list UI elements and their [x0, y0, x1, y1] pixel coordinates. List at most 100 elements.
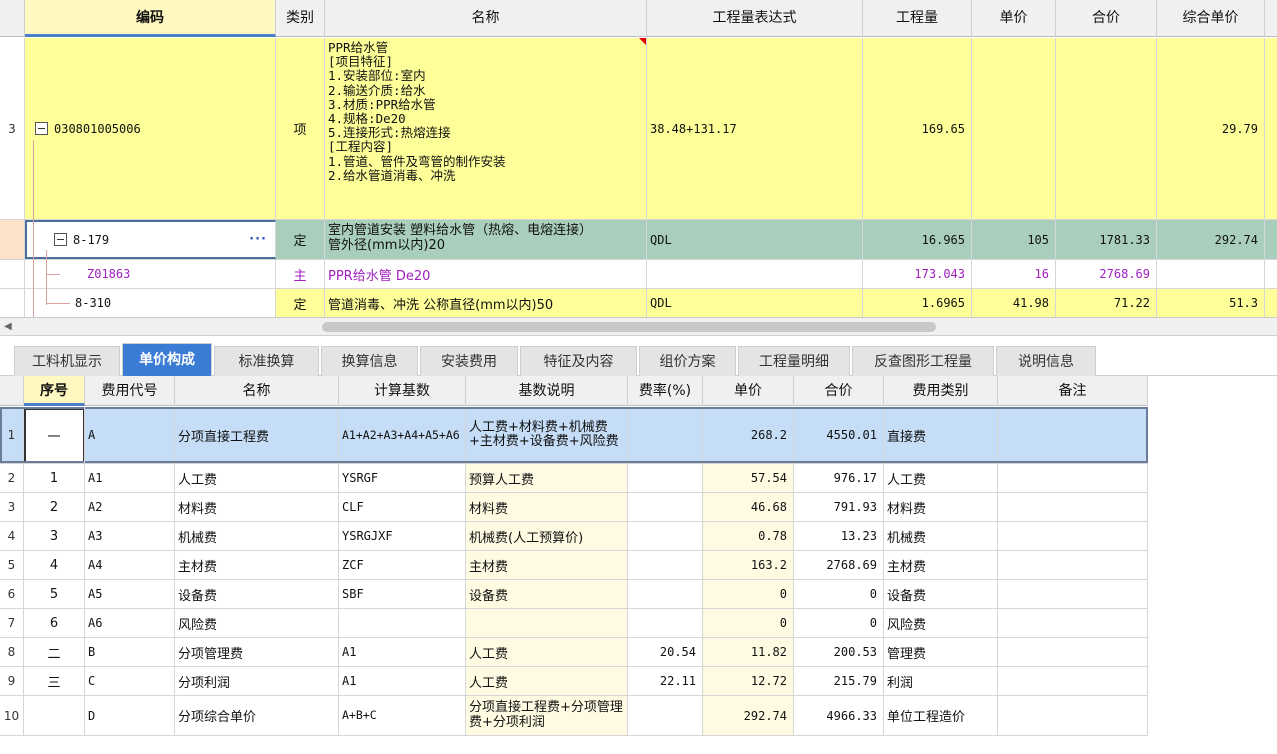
expression-cell[interactable]: 38.48+131.17 [647, 38, 863, 219]
unit-price-cell[interactable]: 12.72 [703, 667, 794, 695]
top-header-expression[interactable]: 工程量表达式 [647, 0, 863, 37]
composite-price-cell[interactable] [1157, 260, 1265, 288]
collapse-icon[interactable] [54, 233, 67, 246]
composite-price-cell[interactable]: 29.79 [1157, 38, 1265, 219]
total-cell[interactable]: 976.17 [794, 464, 884, 492]
unit-price-cell[interactable] [972, 38, 1056, 219]
base-desc-cell[interactable]: 分项直接工程费+分项管理费+分项利润 [466, 696, 628, 735]
table-row[interactable]: 3 030801005006 项 PPR给水管 [项目特征] 1.安装部位:室内 2.… [0, 38, 1277, 220]
expression-cell[interactable]: QDL [647, 289, 863, 317]
seq-cell[interactable]: 6 [24, 609, 85, 637]
fee-name-cell[interactable]: 分项直接工程费 [175, 407, 339, 463]
base-desc-cell[interactable]: 人工费 [466, 638, 628, 666]
more-options-button[interactable]: ··· [249, 232, 267, 247]
seq-cell[interactable]: 5 [24, 580, 85, 608]
total-cell[interactable]: 200.53 [794, 638, 884, 666]
fee-name-cell[interactable]: 机械费 [175, 522, 339, 550]
quantity-cell[interactable]: 169.65 [863, 38, 972, 219]
tab-conversion-info[interactable]: 换算信息 [321, 346, 418, 376]
category-cell[interactable]: 利润 [884, 667, 998, 695]
quantity-cell[interactable]: 1.6965 [863, 289, 972, 317]
table-row[interactable]: 6 5 A5 设备费 SBF 设备费 0 0 设备费 [0, 580, 1148, 609]
quantity-cell[interactable]: 16.965 [863, 220, 972, 259]
table-row[interactable]: 4 3 A3 机械费 YSRGJXF 机械费(人工预算价) 0.78 13.23 机械费 [0, 522, 1148, 551]
top-header-type[interactable]: 类别 [276, 0, 325, 37]
remark-cell[interactable] [998, 522, 1148, 550]
unit-price-cell[interactable]: 0.78 [703, 522, 794, 550]
fee-code-cell[interactable]: A3 [85, 522, 175, 550]
composite-price-cell[interactable]: 51.3 [1157, 289, 1265, 317]
unit-price-cell[interactable]: 292.74 [703, 696, 794, 735]
table-row[interactable]: 2 1 A1 人工费 YSRGF 预算人工费 57.54 976.17 人工费 [0, 464, 1148, 493]
base-cell[interactable]: ZCF [339, 551, 466, 579]
tab-standard-conversion[interactable]: 标准换算 [214, 346, 319, 376]
fee-name-cell[interactable]: 分项管理费 [175, 638, 339, 666]
base-desc-cell[interactable]: 材料费 [466, 493, 628, 521]
base-cell[interactable]: A1 [339, 667, 466, 695]
unit-price-cell[interactable]: 105 [972, 220, 1056, 259]
fee-code-cell[interactable]: A4 [85, 551, 175, 579]
top-header-composite[interactable]: 综合单价 [1157, 0, 1265, 37]
total-cell[interactable]: 71.22 [1056, 289, 1157, 317]
table-row[interactable]: 9 三 C 分项利润 A1 人工费 22.11 12.72 215.79 利润 [0, 667, 1148, 696]
seq-cell[interactable] [24, 696, 85, 735]
fee-name-cell[interactable]: 设备费 [175, 580, 339, 608]
composite-price-cell[interactable]: 292.74 [1157, 220, 1265, 259]
category-cell[interactable]: 材料费 [884, 493, 998, 521]
fee-code-cell[interactable]: A [85, 407, 175, 463]
bottom-header-remark[interactable]: 备注 [998, 376, 1148, 406]
fee-code-cell[interactable]: B [85, 638, 175, 666]
rate-cell[interactable] [628, 464, 703, 492]
bottom-header-rate[interactable]: 费率(%) [628, 376, 703, 406]
fee-code-cell[interactable]: A5 [85, 580, 175, 608]
top-header-name[interactable]: 名称 [325, 0, 647, 37]
seq-cell[interactable]: 三 [24, 667, 85, 695]
remark-cell[interactable] [998, 580, 1148, 608]
top-header-quantity[interactable]: 工程量 [863, 0, 972, 37]
fee-code-cell[interactable]: C [85, 667, 175, 695]
base-desc-cell[interactable]: 人工费+材料费+机械费+主材费+设备费+风险费 [466, 407, 628, 463]
fee-name-cell[interactable]: 人工费 [175, 464, 339, 492]
unit-price-cell[interactable]: 16 [972, 260, 1056, 288]
rate-cell[interactable] [628, 493, 703, 521]
category-cell[interactable]: 直接费 [884, 407, 998, 463]
code-cell[interactable]: 030801005006 [25, 38, 276, 219]
type-cell[interactable]: 项 [276, 38, 325, 219]
unit-price-cell[interactable]: 0 [703, 580, 794, 608]
base-desc-cell[interactable]: 机械费(人工预算价) [466, 522, 628, 550]
type-cell[interactable]: 主 [276, 260, 325, 288]
table-row[interactable]: 10 D 分项综合单价 A+B+C 分项直接工程费+分项管理费+分项利润 292.74 49… [0, 696, 1148, 736]
seq-cell[interactable]: 3 [24, 522, 85, 550]
bottom-header-base-desc[interactable]: 基数说明 [466, 376, 628, 406]
unit-price-cell[interactable]: 41.98 [972, 289, 1056, 317]
name-cell[interactable]: PPR给水管 De20 [325, 260, 647, 288]
base-cell[interactable]: SBF [339, 580, 466, 608]
base-cell[interactable]: YSRGJXF [339, 522, 466, 550]
scrollbar-thumb[interactable] [322, 322, 936, 332]
table-row[interactable]: 5 4 A4 主材费 ZCF 主材费 163.2 2768.69 主材费 [0, 551, 1148, 580]
fee-name-cell[interactable]: 分项利润 [175, 667, 339, 695]
seq-cell[interactable]: 二 [24, 638, 85, 666]
tab-quantity-detail[interactable]: 工程量明细 [738, 346, 850, 376]
base-cell[interactable]: A+B+C [339, 696, 466, 735]
tab-pricing-scheme[interactable]: 组价方案 [639, 346, 736, 376]
unit-price-cell[interactable]: 0 [703, 609, 794, 637]
category-cell[interactable]: 管理费 [884, 638, 998, 666]
top-header-code[interactable]: 编码 [25, 0, 276, 37]
tab-reverse-graphic-quantity[interactable]: 反查图形工程量 [852, 346, 994, 376]
rate-cell[interactable] [628, 551, 703, 579]
tab-installation-fee[interactable]: 安装费用 [420, 346, 518, 376]
seq-cell[interactable]: 1 [24, 464, 85, 492]
unit-price-cell[interactable]: 57.54 [703, 464, 794, 492]
base-cell[interactable]: YSRGF [339, 464, 466, 492]
top-header-unit-price[interactable]: 单价 [972, 0, 1056, 37]
table-row[interactable]: 7 6 A6 风险费 0 0 风险费 [0, 609, 1148, 638]
name-cell[interactable]: 管道消毒、冲洗 公称直径(mm以内)50 [325, 289, 647, 317]
base-desc-cell[interactable]: 主材费 [466, 551, 628, 579]
type-cell[interactable]: 定 [276, 220, 325, 259]
total-cell[interactable]: 791.93 [794, 493, 884, 521]
remark-cell[interactable] [998, 551, 1148, 579]
remark-cell[interactable] [998, 696, 1148, 735]
rate-cell[interactable] [628, 522, 703, 550]
tab-description-info[interactable]: 说明信息 [996, 346, 1096, 376]
